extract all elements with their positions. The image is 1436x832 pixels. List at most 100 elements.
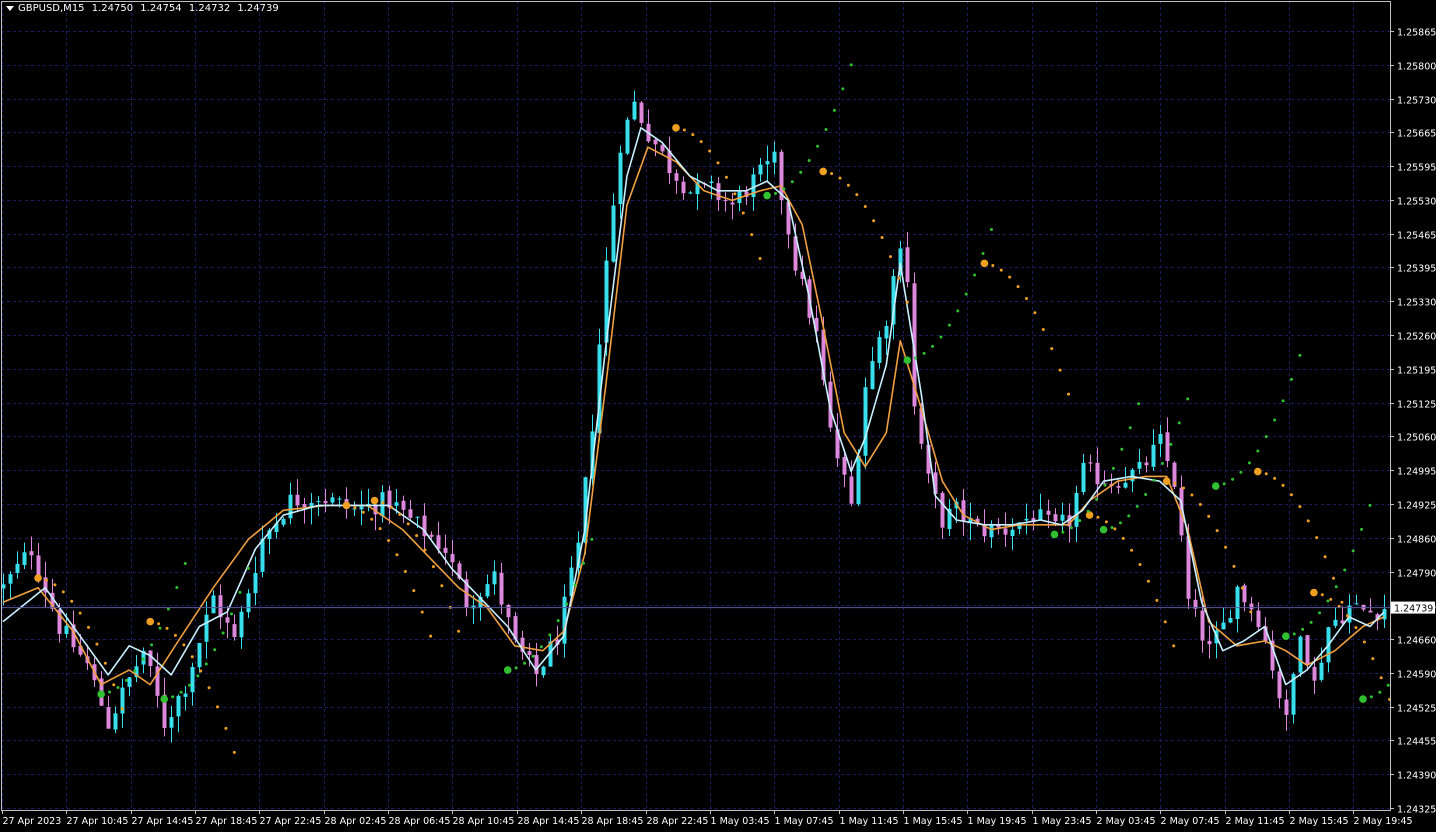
x-tick-label: 28 Apr 14:45 (518, 816, 580, 827)
candle-body (765, 161, 770, 165)
candle-body (246, 593, 251, 613)
candle-body (772, 151, 777, 163)
candle-body (1298, 636, 1303, 673)
upper-stop-dot (1121, 536, 1125, 540)
candle-body (884, 325, 889, 339)
lower-stop-dot (1298, 353, 1302, 357)
candle-body (1116, 486, 1121, 488)
upper-stop-dot (61, 590, 65, 594)
upper-stop-dot (370, 517, 374, 521)
candle-body (730, 202, 735, 205)
lower-stop-dot (1160, 462, 1164, 466)
candle-body (1123, 482, 1128, 488)
lower-stop-marker (903, 356, 912, 364)
price-chart[interactable]: 1.25865 1.25800 1.25730 1.25665 1.25595 1.255… (0, 0, 1436, 832)
lower-stop-dot (1061, 530, 1065, 534)
candle-body (1165, 432, 1170, 462)
candle-body (394, 502, 399, 506)
upper-stop-dot (53, 583, 57, 587)
lower-stop-marker (503, 666, 512, 674)
y-tick-label: 1.24790 (1397, 569, 1436, 580)
lower-stop-dot (1231, 477, 1235, 481)
x-tick-label: 28 Apr 06:45 (389, 816, 451, 827)
upper-stop-marker (1310, 588, 1318, 597)
upper-stop-dot (199, 669, 203, 673)
candle-body (36, 555, 41, 577)
candle-body (639, 102, 644, 123)
candle-body (176, 695, 181, 717)
upper-stop-dot (1298, 505, 1302, 509)
candle-body (127, 677, 132, 687)
upper-stop-dot (1249, 610, 1253, 614)
candle-body (380, 492, 385, 517)
lower-stop-dot (1326, 599, 1330, 603)
chart-window[interactable]: 1.25865 1.25800 1.25730 1.25665 1.25595 1.255… (0, 0, 1436, 832)
lower-stop-dot (1137, 402, 1141, 406)
candle-body (1277, 671, 1282, 699)
upper-stop-dot (1354, 626, 1358, 630)
upper-stop-dot (361, 510, 365, 514)
upper-stop-dot (1281, 483, 1285, 487)
upper-stop-dot (1371, 657, 1375, 661)
lower-stop-dot (221, 631, 225, 635)
candle-body (499, 572, 504, 605)
y-tick-label: 1.25260 (1397, 332, 1436, 343)
upper-stop-dot (1182, 486, 1186, 490)
upper-stop-dot (733, 192, 737, 196)
candle-body (337, 498, 342, 500)
candle-body (709, 181, 714, 184)
upper-stop-dot (1173, 481, 1177, 485)
candle-body (1060, 514, 1065, 521)
lower-stop-dot (1127, 514, 1131, 518)
lower-stop-dot (590, 537, 594, 541)
candle-body (527, 651, 532, 655)
lower-stop-dot (841, 87, 845, 91)
lower-stop-dot (973, 273, 977, 277)
upper-stop-dot (403, 570, 407, 574)
y-tick-label: 1.25865 (1397, 28, 1436, 39)
lower-stop-dot (1103, 483, 1107, 487)
lower-stop-dot (947, 323, 951, 327)
dropdown-triangle-icon[interactable] (6, 5, 14, 11)
y-tick-label: 1.24390 (1397, 771, 1436, 782)
lower-stop-dot (1111, 466, 1115, 470)
candle-body (281, 519, 286, 525)
candle-body (288, 494, 293, 519)
upper-stop-dot (1198, 502, 1202, 506)
lower-stop-dot (849, 63, 853, 67)
upper-stop-dot (991, 264, 995, 268)
upper-stop-dot (378, 527, 382, 531)
candle-body (183, 693, 188, 697)
x-tick-label: 27 Apr 2023 (3, 816, 62, 827)
candle-body (1347, 605, 1352, 623)
lower-stop-dot (141, 657, 145, 661)
upper-stop-dot (999, 268, 1003, 272)
upper-stop-dot (1033, 311, 1037, 315)
lower-stop-dot (1144, 493, 1148, 497)
upper-stop-dot (905, 300, 909, 304)
upper-stop-dot (1329, 597, 1333, 601)
lower-stop-dot (1292, 632, 1296, 636)
upper-stop-dot (1155, 598, 1159, 602)
candle-body (1024, 518, 1029, 521)
candle-body (1228, 617, 1233, 623)
lower-stop-marker (1099, 525, 1108, 534)
lower-stop-dot (1135, 504, 1139, 508)
candle-body (1038, 509, 1043, 521)
y-tick-label: 1.24325 (1397, 805, 1436, 816)
lower-stop-dot (196, 674, 200, 678)
lower-stop-dot (956, 309, 960, 313)
upper-stop-dot (406, 522, 410, 526)
candle-body (64, 625, 69, 635)
upper-stop-marker (819, 167, 827, 176)
upper-stop-dot (863, 204, 867, 208)
upper-stop-dot (880, 235, 884, 239)
lower-stop-dot (150, 643, 154, 647)
candle-body (359, 506, 364, 510)
lower-stop-dot (1239, 470, 1243, 474)
y-tick-label: 1.25395 (1397, 264, 1436, 275)
candle-body (239, 611, 244, 638)
upper-stop-dot (415, 534, 419, 538)
upper-stop-dot (1340, 600, 1344, 604)
upper-stop-dot (682, 128, 686, 132)
